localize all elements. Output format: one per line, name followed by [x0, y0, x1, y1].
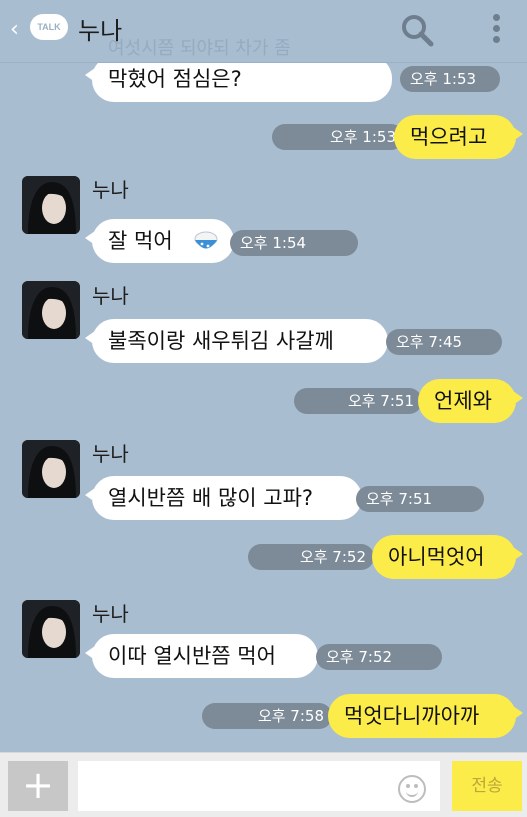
message-time: 오후 7:51 — [356, 486, 484, 512]
avatar[interactable] — [22, 176, 80, 234]
incoming-message-bubble[interactable]: 잘 먹어 — [85, 219, 234, 263]
add-attachment-button[interactable]: + — [8, 761, 68, 811]
incoming-message-bubble[interactable]: 불족이랑 새우튀김 사갈께 — [85, 319, 388, 363]
rice-bowl-icon — [194, 231, 218, 249]
send-button[interactable]: 전송 — [452, 761, 522, 811]
sender-name: 누나 — [92, 284, 129, 308]
incoming-message-bubble[interactable]: 이따 열시반쯤 먹어 — [85, 634, 318, 678]
sender-name: 누나 — [92, 442, 129, 466]
menu-icon[interactable] — [490, 14, 502, 48]
message-text: 잘 먹어 — [108, 229, 173, 253]
search-icon[interactable] — [400, 13, 434, 47]
outgoing-message-bubble[interactable]: 언제와 — [418, 379, 523, 423]
input-bar: + 전송 — [0, 752, 527, 817]
back-icon[interactable]: ‹ — [10, 17, 19, 42]
message-time: 오후 1:53 — [272, 124, 404, 150]
emoji-icon[interactable] — [398, 775, 426, 803]
outgoing-message-bubble[interactable]: 먹으려고 — [394, 115, 523, 159]
message-time: 오후 7:58 — [202, 703, 332, 729]
sender-name: 누나 — [92, 602, 129, 626]
message-time: 오후 1:54 — [230, 230, 358, 256]
chat-header: ‹ TALK 누나 여섯시쯤 되야되 차가 좀 — [0, 0, 527, 63]
talk-logo-icon: TALK — [30, 14, 68, 40]
outgoing-message-bubble[interactable]: 먹엇다니까아까 — [328, 694, 523, 738]
avatar[interactable] — [22, 440, 80, 498]
avatar[interactable] — [22, 600, 80, 658]
outgoing-message-bubble[interactable]: 아니먹엇어 — [372, 535, 523, 579]
message-time: 오후 7:45 — [386, 329, 502, 355]
incoming-message-bubble[interactable]: 열시반쯤 배 많이 고파? — [85, 476, 362, 520]
message-time: 오후 7:52 — [248, 544, 374, 570]
notice-banner: 여섯시쯤 되야되 차가 좀 — [108, 38, 291, 59]
sender-name: 누나 — [92, 178, 129, 202]
message-time: 오후 1:53 — [400, 66, 500, 92]
message-input[interactable] — [78, 761, 440, 811]
avatar[interactable] — [22, 281, 80, 339]
message-time: 오후 7:51 — [294, 388, 422, 414]
message-time: 오후 7:52 — [316, 644, 442, 670]
